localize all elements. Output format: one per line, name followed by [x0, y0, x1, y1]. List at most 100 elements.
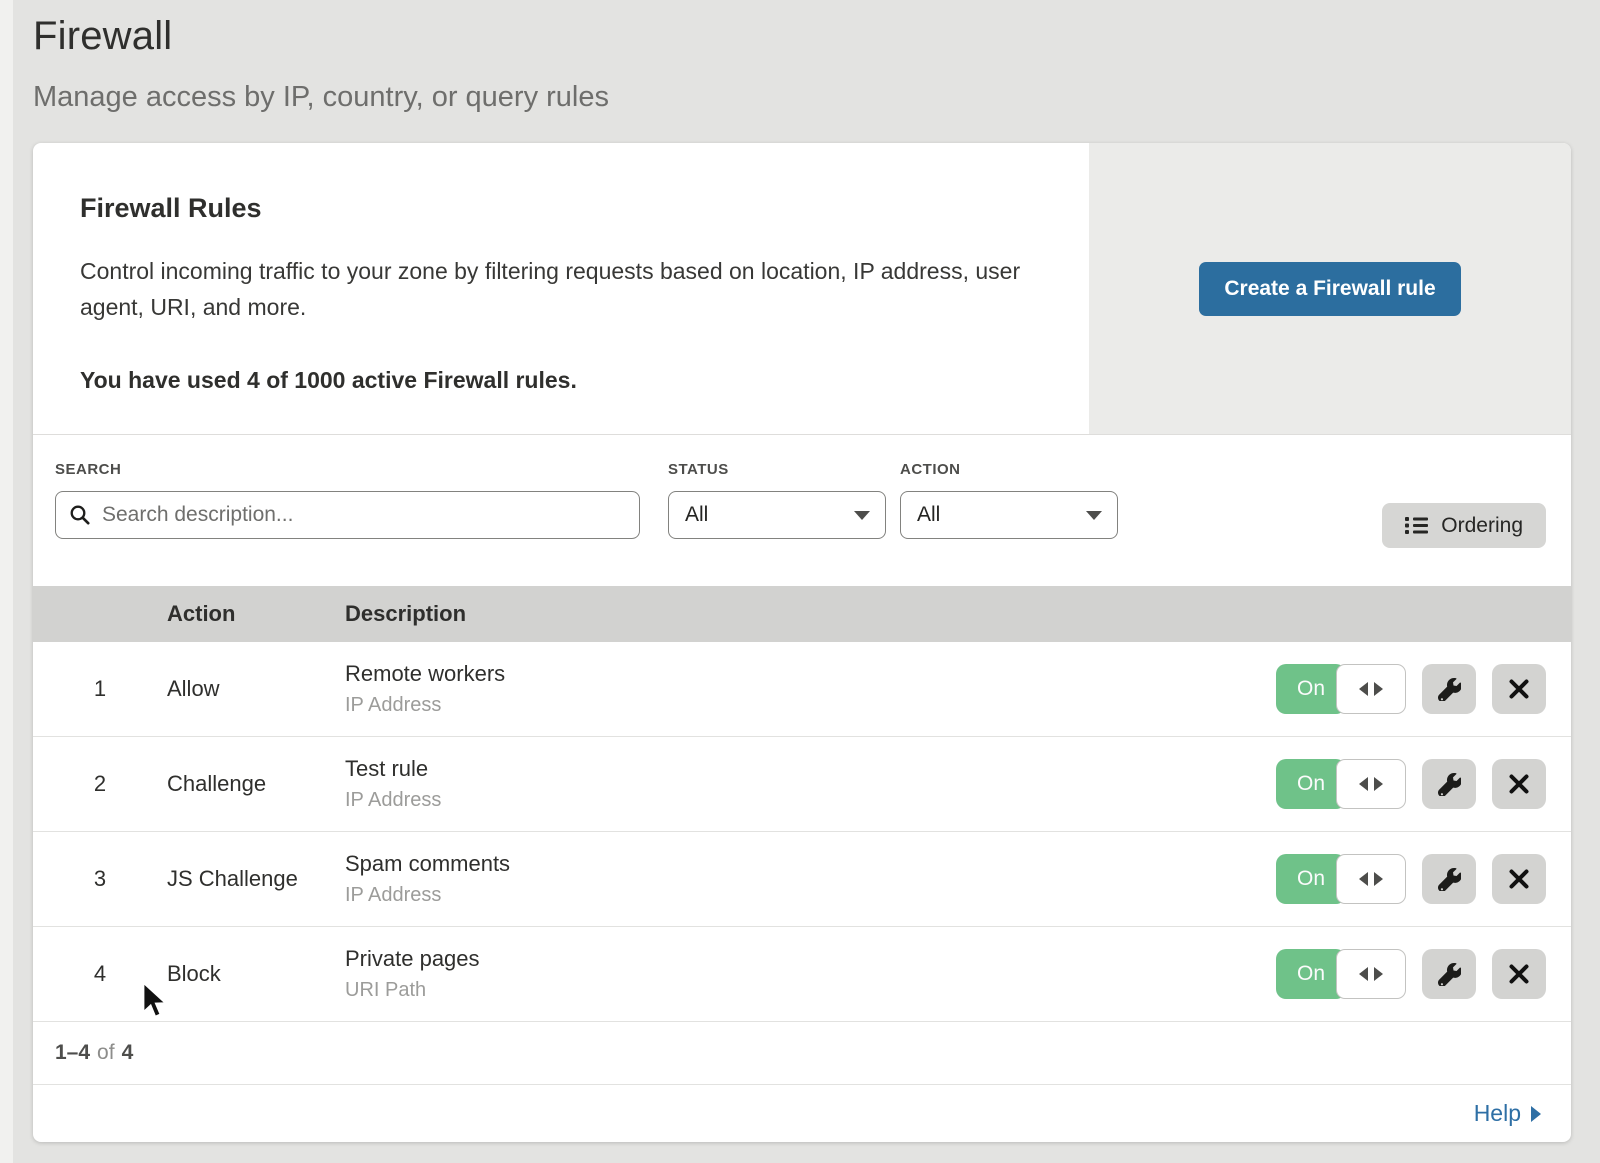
rule-match-type: IP Address	[345, 789, 1276, 812]
rule-controls: On	[1276, 949, 1571, 999]
status-filter-group: STATUS All	[668, 461, 886, 539]
rule-action: Challenge	[167, 771, 345, 797]
rule-priority: 2	[33, 771, 167, 797]
rule-description: Spam comments	[345, 851, 1276, 877]
table-row: 3 JS Challenge Spam comments IP Address …	[33, 832, 1571, 927]
search-icon	[68, 503, 92, 527]
ordering-button[interactable]: Ordering	[1382, 503, 1546, 548]
rule-match-type: URI Path	[345, 979, 1276, 1002]
section-title: Firewall Rules	[80, 193, 1029, 224]
rule-action: Block	[167, 961, 345, 987]
edit-rule-button[interactable]	[1422, 854, 1476, 904]
wrench-icon	[1438, 868, 1461, 891]
action-filter-group: ACTION All	[900, 461, 1118, 539]
overview-text-block: Firewall Rules Control incoming traffic …	[33, 143, 1089, 434]
rule-enabled-toggle[interactable]: On	[1276, 664, 1406, 714]
status-select[interactable]: All	[668, 491, 886, 539]
rule-controls: On	[1276, 664, 1571, 714]
rule-enabled-toggle[interactable]: On	[1276, 949, 1406, 999]
page-subtitle: Manage access by IP, country, or query r…	[33, 81, 1600, 114]
drag-arrows-icon	[1374, 872, 1383, 886]
drag-arrows-icon	[1359, 872, 1368, 886]
drag-arrows-icon	[1374, 777, 1383, 791]
create-firewall-rule-button[interactable]: Create a Firewall rule	[1199, 262, 1460, 316]
rule-description-cell: Test rule IP Address	[345, 756, 1276, 812]
rule-enabled-toggle[interactable]: On	[1276, 854, 1406, 904]
search-label: SEARCH	[55, 461, 640, 478]
pagination-range: 1–4	[55, 1041, 90, 1065]
action-select[interactable]: All	[900, 491, 1118, 539]
rule-priority: 3	[33, 866, 167, 892]
card-footer: Help	[33, 1085, 1571, 1142]
toggle-handle[interactable]	[1336, 759, 1406, 809]
drag-arrows-icon	[1359, 777, 1368, 791]
section-description: Control incoming traffic to your zone by…	[80, 254, 1029, 325]
edit-rule-button[interactable]	[1422, 664, 1476, 714]
toggle-handle[interactable]	[1336, 854, 1406, 904]
rule-priority: 1	[33, 676, 167, 702]
action-label: ACTION	[900, 461, 1118, 478]
close-icon	[1507, 677, 1531, 701]
rule-match-type: IP Address	[345, 884, 1276, 907]
rule-enabled-toggle[interactable]: On	[1276, 759, 1406, 809]
rule-description-cell: Spam comments IP Address	[345, 851, 1276, 907]
status-label: STATUS	[668, 461, 886, 478]
description-column-header: Description	[345, 601, 1571, 627]
drag-arrows-icon	[1374, 967, 1383, 981]
table-row: 1 Allow Remote workers IP Address On	[33, 642, 1571, 737]
table-row: 2 Challenge Test rule IP Address On	[33, 737, 1571, 832]
delete-rule-button[interactable]	[1492, 664, 1546, 714]
action-column-header: Action	[167, 601, 345, 627]
help-link-label: Help	[1474, 1100, 1521, 1127]
page-left-edge-strip	[0, 0, 13, 1163]
rule-action: Allow	[167, 676, 345, 702]
table-header-row: Action Description	[33, 586, 1571, 642]
caret-down-icon	[1086, 511, 1102, 520]
help-link[interactable]: Help	[1474, 1100, 1541, 1127]
drag-arrows-icon	[1374, 682, 1383, 696]
close-icon	[1507, 772, 1531, 796]
firewall-rules-card: Firewall Rules Control incoming traffic …	[33, 143, 1571, 1142]
wrench-icon	[1438, 678, 1461, 701]
drag-arrows-icon	[1359, 967, 1368, 981]
search-filter-group: SEARCH	[55, 461, 640, 539]
close-icon	[1507, 962, 1531, 986]
overview-section: Firewall Rules Control incoming traffic …	[33, 143, 1571, 435]
delete-rule-button[interactable]	[1492, 854, 1546, 904]
help-arrow-icon	[1531, 1106, 1541, 1122]
wrench-icon	[1438, 773, 1461, 796]
page-title: Firewall	[33, 14, 1600, 59]
caret-down-icon	[854, 511, 870, 520]
rule-description: Remote workers	[345, 661, 1276, 687]
page-header: Firewall Manage access by IP, country, o…	[0, 0, 1600, 114]
drag-arrows-icon	[1359, 682, 1368, 696]
wrench-icon	[1438, 963, 1461, 986]
rule-controls: On	[1276, 759, 1571, 809]
edit-rule-button[interactable]	[1422, 949, 1476, 999]
search-input[interactable]	[55, 491, 640, 539]
pagination-row: 1–4 of 4	[33, 1022, 1571, 1085]
delete-rule-button[interactable]	[1492, 949, 1546, 999]
ordering-button-label: Ordering	[1441, 514, 1523, 538]
toggle-handle[interactable]	[1336, 949, 1406, 999]
usage-note: You have used 4 of 1000 active Firewall …	[80, 367, 1029, 394]
rule-description: Private pages	[345, 946, 1276, 972]
search-input-wrap	[55, 491, 640, 539]
table-row: 4 Block Private pages URI Path On	[33, 927, 1571, 1022]
rule-action: JS Challenge	[167, 866, 345, 892]
status-selected-value: All	[685, 503, 708, 527]
rule-description: Test rule	[345, 756, 1276, 782]
create-rule-panel: Create a Firewall rule	[1089, 143, 1571, 434]
rule-priority: 4	[33, 961, 167, 987]
ordered-list-icon	[1405, 516, 1428, 535]
edit-rule-button[interactable]	[1422, 759, 1476, 809]
rule-description-cell: Private pages URI Path	[345, 946, 1276, 1002]
close-icon	[1507, 867, 1531, 891]
delete-rule-button[interactable]	[1492, 759, 1546, 809]
pagination-total: 4	[122, 1041, 134, 1065]
toggle-handle[interactable]	[1336, 664, 1406, 714]
pagination-of-label: of	[97, 1041, 115, 1065]
filters-bar: SEARCH STATUS All ACTION All	[33, 435, 1571, 586]
action-selected-value: All	[917, 503, 940, 527]
rule-description-cell: Remote workers IP Address	[345, 661, 1276, 717]
